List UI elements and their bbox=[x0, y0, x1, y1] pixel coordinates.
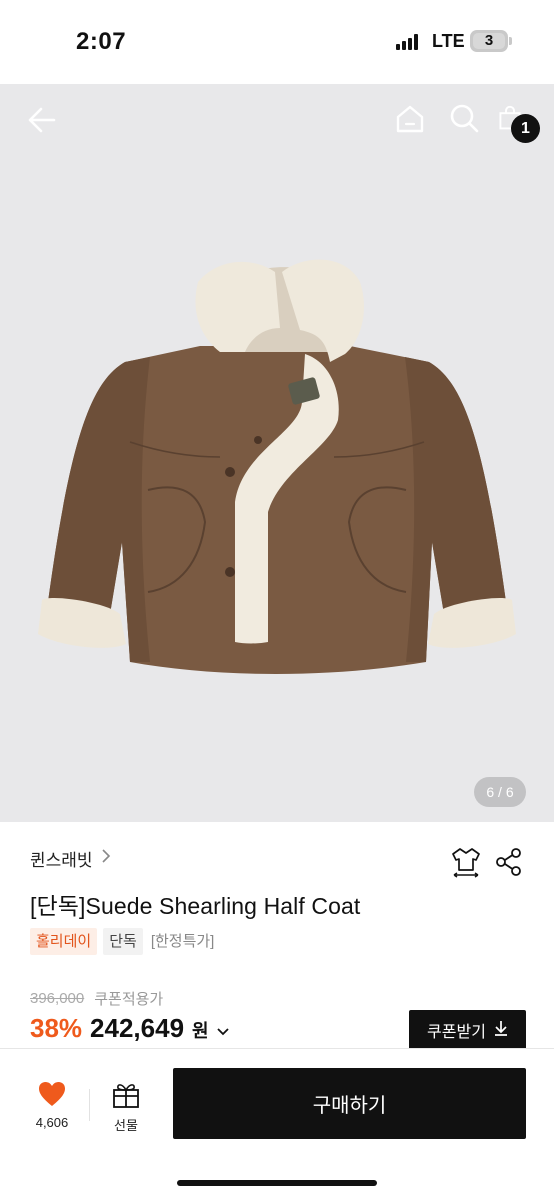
original-price-row: 396,000 쿠폰적용가 bbox=[30, 988, 163, 1009]
product-tags: 홀리데이 단독 [한정특가] bbox=[30, 928, 216, 955]
price-row[interactable]: 38% 242,649 원 bbox=[30, 1013, 229, 1044]
home-indicator bbox=[177, 1180, 377, 1186]
product-title: [단독]Suede Shearling Half Coat bbox=[30, 893, 361, 919]
share-icon[interactable] bbox=[496, 848, 522, 876]
brand-link[interactable]: 퀸스래빗 bbox=[30, 846, 111, 870]
gift-button[interactable]: 선물 bbox=[100, 1081, 152, 1141]
status-bar: 2:07 LTE 3 bbox=[0, 0, 554, 84]
tag-limited: [한정특가] bbox=[150, 933, 215, 950]
divider bbox=[89, 1089, 90, 1121]
network-label: LTE bbox=[432, 31, 465, 51]
heart-icon bbox=[39, 1082, 65, 1106]
chevron-down-icon[interactable] bbox=[216, 1024, 229, 1041]
download-icon bbox=[494, 1020, 508, 1041]
battery-level: 3 bbox=[473, 33, 505, 49]
coupon-price-note: 쿠폰적용가 bbox=[94, 991, 164, 1008]
tag-holiday: 홀리데이 bbox=[30, 928, 98, 955]
status-time: 2:07 bbox=[76, 28, 127, 55]
battery-icon: 3 bbox=[470, 30, 508, 52]
discount-rate: 38% bbox=[30, 1013, 83, 1043]
cart-count-badge: 1 bbox=[511, 114, 540, 143]
like-count: 4,606 bbox=[35, 1115, 69, 1130]
buy-button[interactable]: 구매하기 bbox=[173, 1068, 526, 1139]
chevron-right-icon bbox=[101, 848, 111, 869]
like-button[interactable]: 4,606 bbox=[24, 1081, 80, 1141]
gift-icon bbox=[113, 1084, 139, 1108]
product-image-gallery[interactable]: 1 6 / 6 bbox=[0, 84, 554, 822]
product-image bbox=[38, 259, 516, 674]
size-guide-icon[interactable] bbox=[450, 846, 482, 878]
arrow-left-icon[interactable] bbox=[24, 102, 60, 138]
gift-label: 선물 bbox=[114, 1118, 138, 1133]
coupon-button-label: 쿠폰받기 bbox=[427, 1024, 486, 1041]
home-icon[interactable] bbox=[394, 102, 426, 136]
image-page-indicator: 6 / 6 bbox=[474, 777, 526, 807]
search-icon[interactable] bbox=[448, 102, 480, 134]
currency-label: 원 bbox=[192, 1021, 209, 1041]
brand-name: 퀸스래빗 bbox=[30, 850, 93, 870]
battery-tip bbox=[509, 37, 512, 45]
tag-exclusive: 단독 bbox=[103, 928, 143, 955]
original-price: 396,000 bbox=[30, 990, 85, 1007]
sale-price: 242,649 bbox=[90, 1013, 185, 1043]
bottom-action-bar: 4,606 선물 구매하기 bbox=[0, 1048, 554, 1200]
signal-icon bbox=[396, 34, 422, 50]
coupon-download-button[interactable]: 쿠폰받기 bbox=[409, 1010, 526, 1050]
